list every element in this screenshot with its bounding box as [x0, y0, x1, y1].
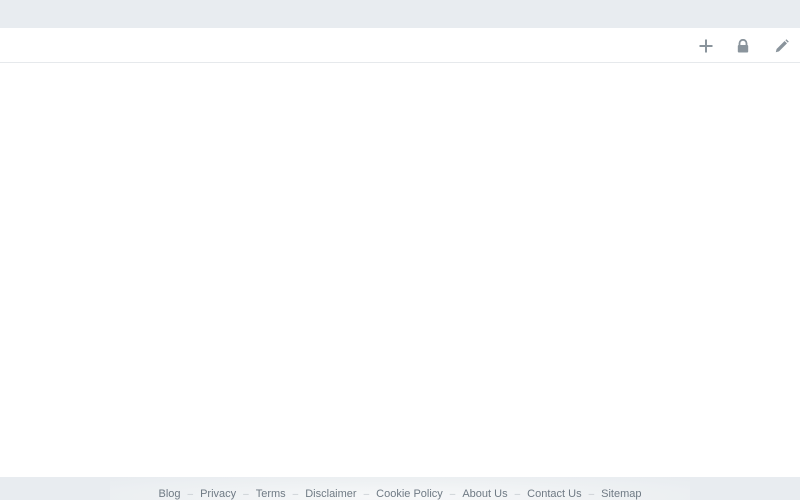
footer-link-privacy[interactable]: Privacy: [200, 488, 236, 500]
footer-link-blog[interactable]: Blog: [159, 488, 181, 500]
footer-separator: –: [187, 489, 194, 500]
toolbar: [0, 28, 800, 63]
footer-links: Blog – Privacy – Terms – Disclaimer – Cookie Pol…: [0, 487, 800, 500]
footer-separator: –: [449, 489, 456, 500]
main-content: [0, 63, 800, 477]
footer-link-terms[interactable]: Terms: [256, 488, 286, 500]
footer-link-sitemap[interactable]: Sitemap: [601, 488, 641, 500]
top-strip: [0, 0, 800, 28]
footer-separator: –: [243, 489, 249, 500]
footer-link-cookie-policy[interactable]: Cookie Policy: [376, 488, 443, 500]
add-button[interactable]: [696, 36, 716, 56]
footer-separator: –: [292, 489, 299, 500]
footer-separator: –: [588, 489, 595, 500]
footer: Blog – Privacy – Terms – Disclaimer – Cookie Pol…: [0, 477, 800, 500]
footer-separator: –: [363, 489, 370, 500]
plus-icon: [699, 39, 713, 53]
footer-link-about-us[interactable]: About Us: [462, 488, 507, 500]
edit-button[interactable]: [772, 36, 792, 56]
footer-separator: –: [514, 489, 521, 500]
lock-icon: [737, 39, 749, 53]
footer-link-disclaimer[interactable]: Disclaimer: [305, 488, 356, 500]
lock-button[interactable]: [733, 36, 753, 56]
pencil-icon: [775, 39, 789, 53]
footer-link-contact-us[interactable]: Contact Us: [527, 488, 581, 500]
